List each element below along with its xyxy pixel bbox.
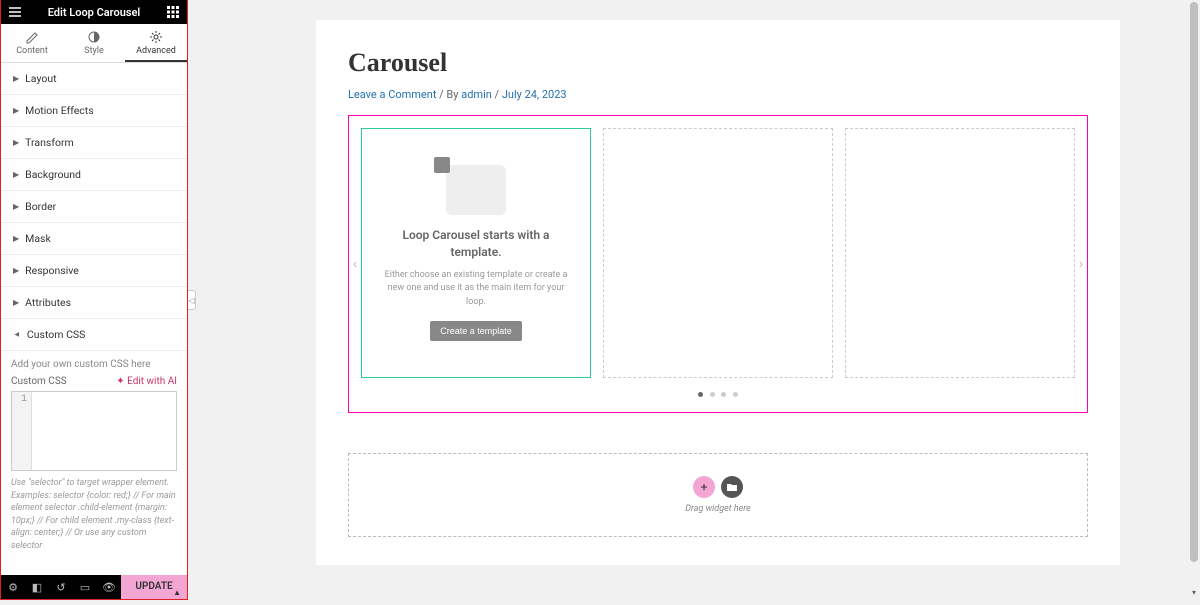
pagination-dot[interactable] [698,392,703,397]
caret-right-icon: ▶ [13,298,19,307]
panel-attributes[interactable]: ▶Attributes [1,287,187,319]
author-link[interactable]: admin [461,88,492,101]
tab-advanced[interactable]: Advanced [125,24,187,62]
editor-sidebar: Edit Loop Carousel Content Style Advance… [0,0,188,600]
post-meta: Leave a Comment / By admin / July 24, 20… [348,88,1088,101]
editor-canvas: Carousel Leave a Comment / By admin / Ju… [196,0,1200,600]
responsive-icon[interactable]: ▭ [73,575,97,599]
slide-title: Loop Carousel starts with a template. [378,227,574,261]
panel-motion-effects[interactable]: ▶Motion Effects [1,95,187,127]
caret-right-icon: ▶ [13,106,19,115]
carousel-slide-3[interactable] [845,128,1075,378]
sidebar-footer: ⚙ ◧ ↺ ▭ 👁 UPDATE ▲ [1,575,187,599]
panel-background[interactable]: ▶Background [1,159,187,191]
css-help-text: Add your own custom CSS here [11,359,177,370]
caret-right-icon: ▶ [13,234,19,243]
panel-border[interactable]: ▶Border [1,191,187,223]
panel-layout[interactable]: ▶Layout [1,63,187,95]
css-hint-text: Use "selector" to target wrapper element… [11,477,177,553]
sidebar-header: Edit Loop Carousel [1,0,187,24]
caret-right-icon: ▶ [13,170,19,179]
history-icon[interactable]: ↺ [49,575,73,599]
pagination-dot[interactable] [733,392,738,397]
css-textarea[interactable] [32,392,176,470]
slide-description: Either choose an existing template or cr… [378,269,574,310]
css-field-label: Custom CSS [11,376,67,387]
tab-content[interactable]: Content [1,24,63,62]
sidebar-title: Edit Loop Carousel [23,6,165,19]
caret-right-icon: ▶ [13,266,19,275]
hamburger-icon[interactable] [7,4,23,20]
update-button[interactable]: UPDATE ▲ [121,575,187,599]
navigator-icon[interactable]: ◧ [25,575,49,599]
caret-down-icon: ▼ [12,331,21,339]
carousel-widget[interactable]: ‹ › Loop Carousel starts with a template… [348,115,1088,413]
panel-mask[interactable]: ▶Mask [1,223,187,255]
panel-custom-css[interactable]: ▼Custom CSS [1,319,187,351]
panel-responsive[interactable]: ▶Responsive [1,255,187,287]
drop-zone-label: Drag widget here [685,504,751,514]
scroll-thumb[interactable] [1190,2,1198,562]
sidebar-resize-handle[interactable]: ◁ [188,0,196,600]
page-preview: Carousel Leave a Comment / By admin / Ju… [316,20,1120,565]
add-template-button[interactable] [721,476,743,498]
carousel-slides: Loop Carousel starts with a template. Ei… [361,128,1075,378]
tab-style-label: Style [84,46,104,56]
settings-icon[interactable]: ⚙ [1,575,25,599]
create-template-button[interactable]: Create a template [430,321,522,341]
caret-right-icon: ▶ [13,74,19,83]
caret-right-icon: ▶ [13,138,19,147]
page-title: Carousel [348,48,1088,78]
carousel-pagination [361,386,1075,400]
tab-style[interactable]: Style [63,24,125,62]
template-placeholder-illustration [446,165,506,215]
leave-comment-link[interactable]: Leave a Comment [348,88,436,101]
preview-icon[interactable]: 👁 [97,575,121,599]
carousel-slide-1[interactable]: Loop Carousel starts with a template. Ei… [361,128,591,378]
post-date: July 24, 2023 [502,88,567,101]
carousel-slide-2[interactable] [603,128,833,378]
apps-grid-icon[interactable] [165,4,181,20]
custom-css-section: Add your own custom CSS here Custom CSS … [1,351,187,561]
code-gutter: 1 [12,392,32,470]
collapse-sidebar-icon[interactable]: ◁ [188,290,196,310]
widget-drop-zone[interactable]: + Drag widget here [348,453,1088,537]
tab-content-label: Content [16,46,48,56]
edit-with-ai-link[interactable]: ✦ Edit with AI [116,376,177,387]
scroll-down-arrow[interactable]: ▾ [1188,588,1200,600]
canvas-scrollbar[interactable]: ▴ ▾ [1188,0,1200,600]
pagination-dot[interactable] [721,392,726,397]
add-widget-button[interactable]: + [693,476,715,498]
tab-advanced-label: Advanced [136,46,176,56]
panel-transform[interactable]: ▶Transform [1,127,187,159]
caret-up-icon[interactable]: ▲ [173,581,181,605]
pagination-dot[interactable] [710,392,715,397]
css-code-editor[interactable]: 1 [11,391,177,471]
caret-right-icon: ▶ [13,202,19,211]
panel-list: ▶Layout ▶Motion Effects ▶Transform ▶Back… [1,63,187,575]
editor-tabs: Content Style Advanced [1,24,187,63]
